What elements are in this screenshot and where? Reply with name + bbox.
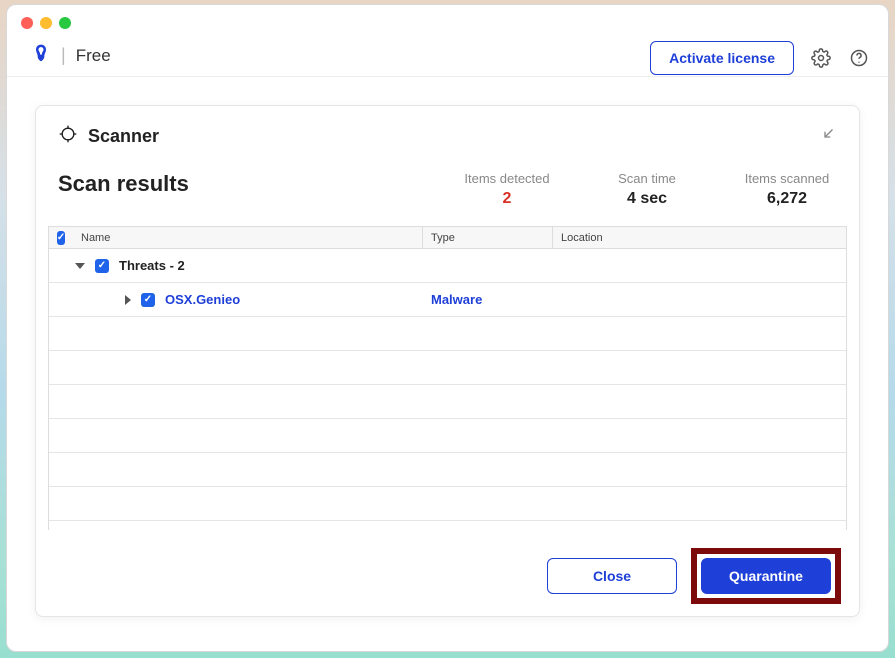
col-type[interactable]: Type [423, 227, 553, 248]
disclosure-triangle-icon[interactable] [75, 263, 85, 269]
settings-button[interactable] [810, 47, 832, 69]
stat-label: Items detected [457, 171, 557, 186]
stat-value: 4 sec [597, 190, 697, 208]
table-row[interactable]: OSX.Genieo Malware [49, 283, 846, 317]
stat-label: Scan time [597, 171, 697, 186]
results-heading: Scan results [58, 171, 457, 197]
titlebar: | Free Activate license [7, 5, 888, 77]
stat-value: 6,272 [737, 190, 837, 208]
stat-scan-time: Scan time 4 sec [597, 171, 697, 208]
col-name[interactable]: Name [73, 227, 423, 248]
results-table: Name Type Location Threats - 2 [48, 226, 847, 530]
brand-separator: | [61, 45, 66, 66]
group-label: Threats - 2 [119, 258, 185, 273]
table-row [49, 385, 846, 419]
arrow-down-left-icon [819, 125, 837, 143]
titlebar-actions: Activate license [650, 41, 870, 75]
stat-label: Items scanned [737, 171, 837, 186]
table-header-row: Name Type Location [49, 227, 846, 249]
zoom-window-button[interactable] [59, 17, 71, 29]
gear-icon [811, 48, 831, 68]
scanner-panel: Scanner Scan results Items detected 2 Sc… [35, 105, 860, 617]
tier-label: Free [76, 46, 111, 66]
scan-stats: Items detected 2 Scan time 4 sec Items s… [457, 171, 837, 208]
close-button[interactable]: Close [547, 558, 677, 594]
table-row [49, 419, 846, 453]
collapse-panel-button[interactable] [819, 125, 837, 148]
stat-value: 2 [457, 190, 557, 208]
minimize-window-button[interactable] [40, 17, 52, 29]
malwarebytes-logo-icon [31, 43, 51, 68]
quarantine-highlight: Quarantine [691, 548, 841, 604]
col-location[interactable]: Location [553, 227, 846, 248]
select-all-checkbox[interactable] [57, 231, 65, 245]
help-button[interactable] [848, 47, 870, 69]
stat-items-detected: Items detected 2 [457, 171, 557, 208]
scanner-title: Scanner [88, 126, 159, 147]
stat-items-scanned: Items scanned 6,272 [737, 171, 837, 208]
brand: | Free [31, 43, 111, 68]
activate-license-button[interactable]: Activate license [650, 41, 794, 75]
quarantine-button[interactable]: Quarantine [701, 558, 831, 594]
table-row [49, 453, 846, 487]
crosshair-icon [58, 124, 78, 149]
table-row [49, 317, 846, 351]
window-controls [21, 17, 71, 29]
close-window-button[interactable] [21, 17, 33, 29]
disclosure-triangle-icon[interactable] [125, 295, 131, 305]
help-icon [849, 48, 869, 68]
row-checkbox[interactable] [141, 293, 155, 307]
app-window: | Free Activate license [6, 4, 889, 652]
threat-type: Malware [423, 292, 553, 307]
scanner-panel-header: Scanner [36, 106, 859, 163]
threats-group-row[interactable]: Threats - 2 [49, 249, 846, 283]
threat-name: OSX.Genieo [165, 292, 240, 307]
table-row [49, 351, 846, 385]
panel-footer: Close Quarantine [36, 530, 859, 616]
group-checkbox[interactable] [95, 259, 109, 273]
table-row [49, 487, 846, 521]
table-body: Threats - 2 OSX.Genieo Malware [49, 249, 846, 530]
results-summary-row: Scan results Items detected 2 Scan time … [36, 163, 859, 226]
